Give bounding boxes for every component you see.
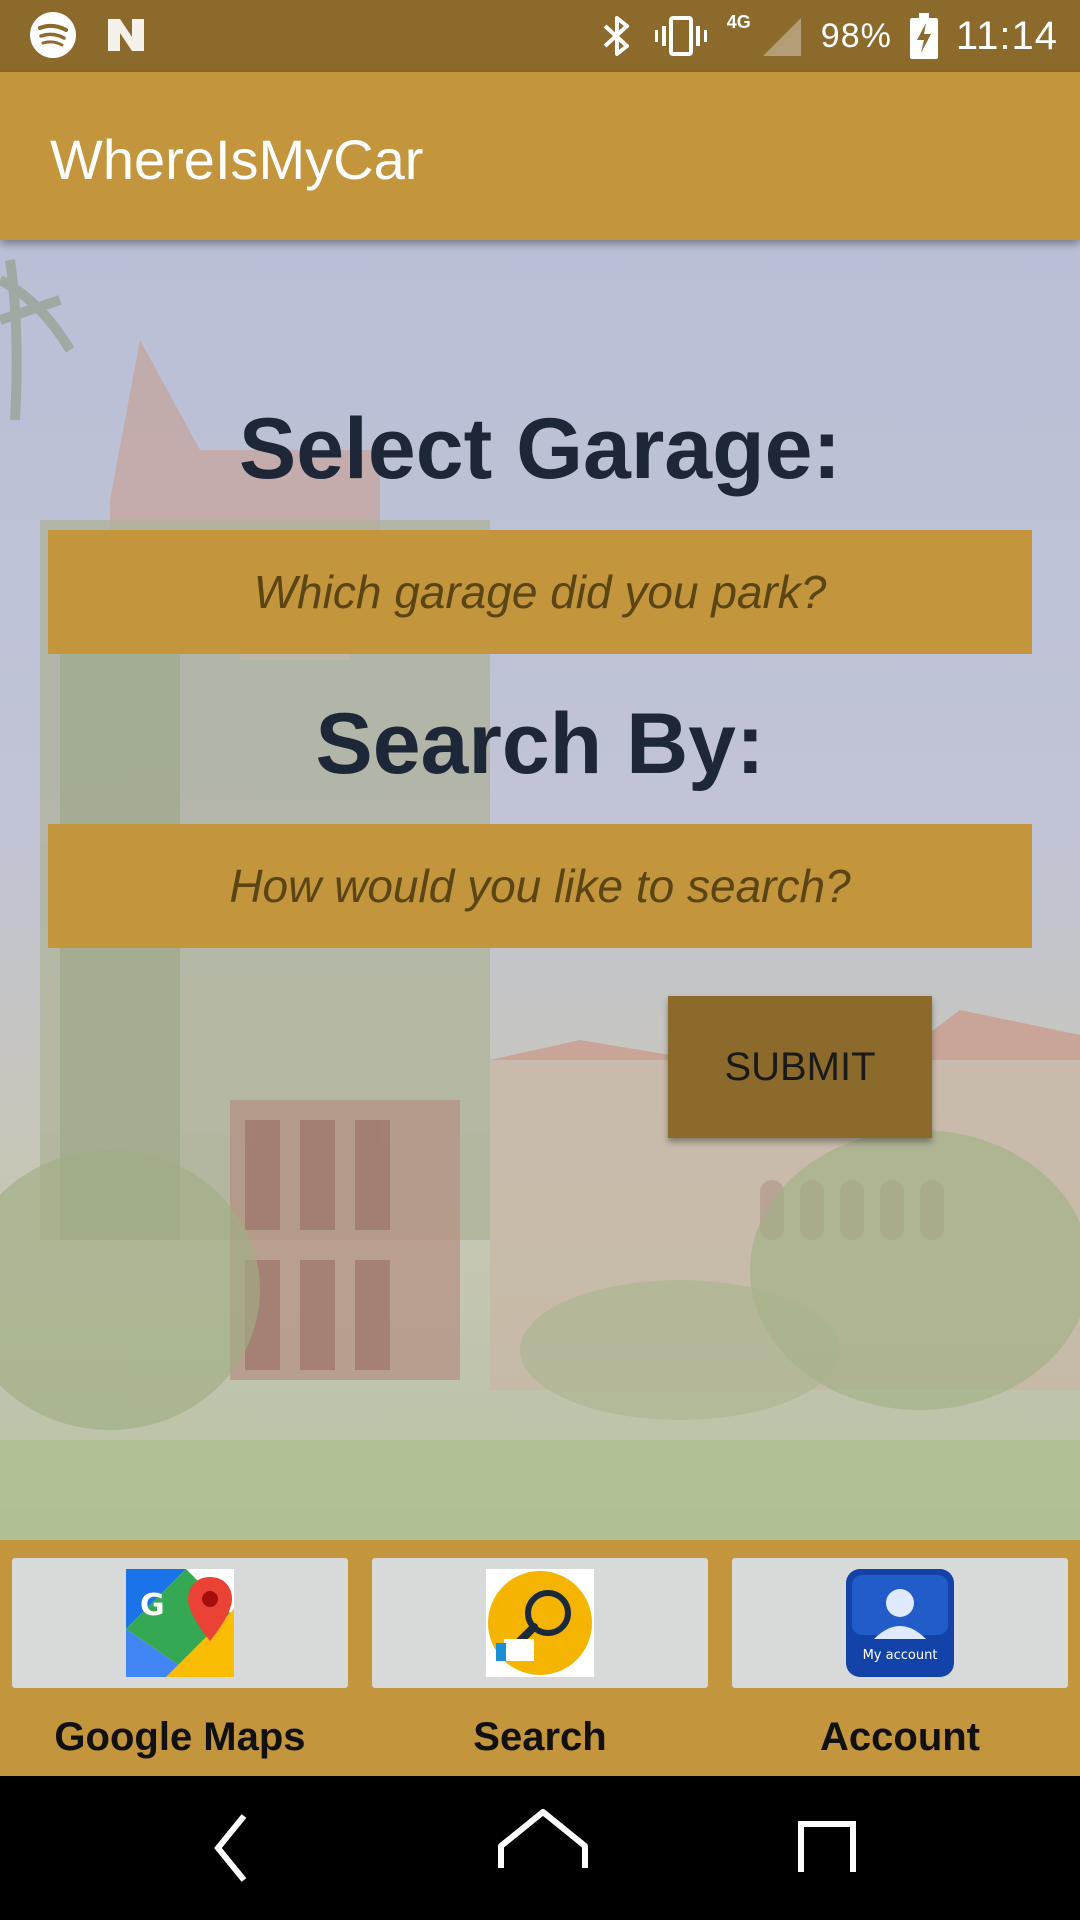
- recents-icon[interactable]: [795, 1818, 859, 1874]
- search-button[interactable]: [372, 1558, 708, 1688]
- signal-icon: [762, 18, 801, 56]
- nfc-icon: [108, 19, 144, 51]
- app-title: WhereIsMyCar: [50, 128, 424, 191]
- search-method-selector[interactable]: How would you like to search?: [48, 824, 1032, 948]
- search-magnifier-icon: [486, 1569, 594, 1677]
- garage-selector[interactable]: Which garage did you park?: [48, 530, 1032, 654]
- google-maps-icon: G: [126, 1569, 234, 1677]
- bottom-navigation: G Google Maps Search My account Account: [0, 1540, 1080, 1776]
- search-by-heading: Search By:: [315, 696, 765, 792]
- submit-button[interactable]: SUBMIT: [668, 996, 932, 1138]
- clock: 11:14: [955, 13, 1058, 58]
- google-maps-button[interactable]: G: [12, 1558, 348, 1688]
- svg-text:My account: My account: [863, 1648, 938, 1663]
- account-button[interactable]: My account: [732, 1558, 1068, 1688]
- bluetooth-icon: [603, 16, 629, 56]
- back-icon[interactable]: [210, 1808, 250, 1888]
- app-bar: WhereIsMyCar: [0, 72, 1080, 240]
- my-account-icon: My account: [846, 1569, 954, 1677]
- home-icon[interactable]: [495, 1806, 591, 1878]
- battery-charging-icon: [909, 13, 938, 59]
- main-content: Select Garage: Which garage did you park…: [0, 240, 1080, 1540]
- search-label: Search: [473, 1715, 607, 1759]
- vibrate-icon: [654, 16, 707, 56]
- system-navigation-bar: [0, 1776, 1080, 1920]
- svg-text:G: G: [140, 1588, 165, 1623]
- account-label: Account: [820, 1715, 980, 1759]
- google-maps-label: Google Maps: [54, 1715, 306, 1759]
- spotify-icon: [30, 12, 76, 58]
- select-garage-heading: Select Garage:: [238, 401, 842, 497]
- status-bar: 4G 98% 11:14: [0, 0, 1080, 72]
- network-type-label: 4G: [726, 12, 751, 32]
- battery-percent: 98%: [820, 16, 892, 55]
